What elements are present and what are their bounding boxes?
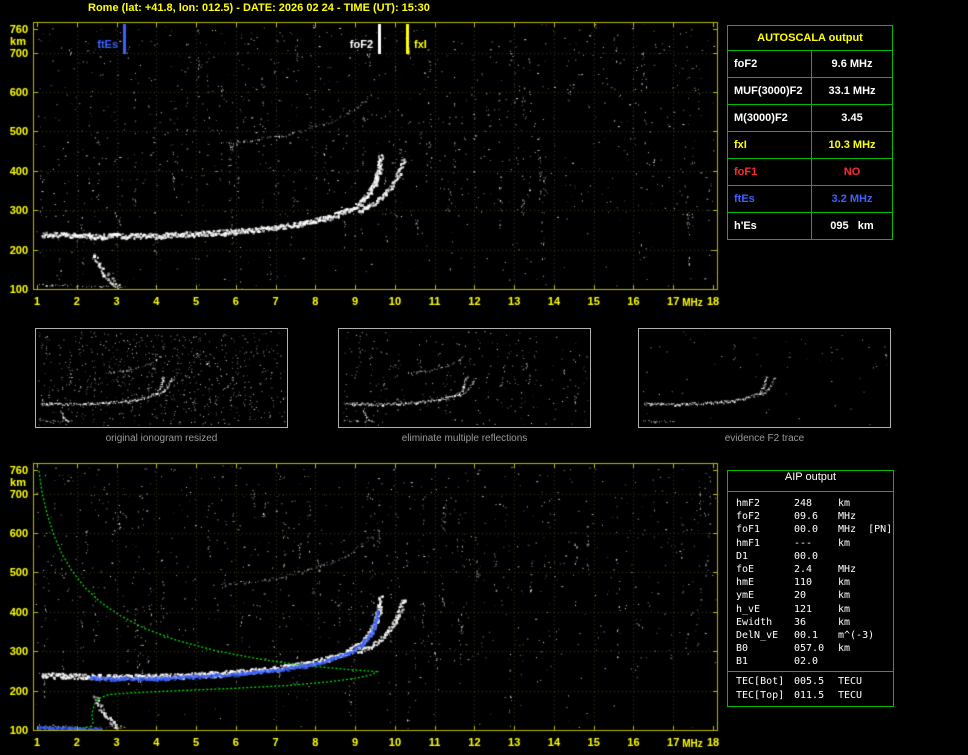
aip-row-value: 110 (794, 577, 813, 589)
autoscala-row-value: 9.6 MHz (831, 58, 873, 70)
autoscala-row-value: 10.3 MHz (828, 139, 876, 151)
aip-row-label: foE (736, 563, 755, 575)
aip-row-value: 09.6 (794, 511, 819, 523)
panel-original-ionogram (35, 328, 288, 428)
aip-row-foe: foE 2.4 MHz (736, 563, 893, 576)
aip-row-fof1: foF1 00.0 MHz [PN] (736, 523, 893, 536)
aip-row-hmf1: hmF1 --- km (736, 537, 893, 550)
autoscala-row-label: MUF(3000)F2 (728, 78, 812, 104)
autoscala-row-ftes: ftEs 3.2 MHz (728, 186, 892, 213)
panel-eliminate-canvas (339, 329, 590, 427)
autoscala-row-fof1: foF1 NO (728, 159, 892, 186)
aip-row-label: B0 (736, 643, 749, 655)
aip-row-value: 248 (794, 498, 813, 509)
autoscala-row-label: foF2 (728, 51, 812, 77)
aip-row-hve: h_vE 121 km (736, 603, 893, 616)
aip-row-unit: km (838, 603, 851, 615)
aip-row-label: TEC[Top] (736, 689, 785, 701)
aip-row-unit: km (838, 616, 851, 628)
aip-row-label: Ewidth (736, 616, 773, 628)
aip-row-d1: D1 00.0 (736, 550, 893, 563)
aip-row-label: TEC[Bot] (736, 676, 785, 688)
aip-output-table: AIP output hmF2 248 km foF2 09.6 MHz foF1 00.… (727, 470, 894, 707)
autoscala-table-title: AUTOSCALA output (728, 26, 892, 51)
aip-row-yme: ymE 20 km (736, 589, 893, 602)
autoscala-row-value: 3.45 (841, 112, 863, 124)
main-ionogram-canvas (0, 14, 724, 310)
autoscala-row-m3000f2: M(3000)F2 3.45 (728, 105, 892, 132)
panel-original-canvas (36, 329, 287, 427)
aip-row-unit: MHz (838, 511, 857, 523)
aip-row-unit: km (838, 643, 851, 655)
aip-row-unit: km (838, 577, 851, 589)
aip-row-b0: B0 057.0 km (736, 642, 893, 655)
autoscala-row-value: 3.2 MHz (831, 193, 873, 205)
aip-tec-section: TEC[Bot] 005.5 TECU TEC[Top] 011.5 TECU (728, 671, 893, 705)
aip-row-value: 00.1 (794, 629, 819, 641)
autoscala-row-value: 095 km (830, 220, 874, 232)
aip-row-b1: B1 02.0 (736, 655, 893, 668)
aip-row-value: 36 (794, 616, 807, 628)
autoscala-row-label: fxI (728, 132, 812, 158)
panel-eliminate-caption: eliminate multiple reflections (401, 433, 528, 444)
aip-row-label: B1 (736, 656, 749, 668)
aip-row-unit: MHz [PN] (838, 524, 893, 536)
autoscala-output-table: AUTOSCALA output foF2 9.6 MHz MUF(3000)F… (727, 25, 893, 240)
station-date-header: Rome (lat: +41.8, lon: 012.5) - DATE: 20… (88, 2, 430, 14)
panel-evidence-caption: evidence F2 trace (724, 433, 805, 444)
aip-row-value: 00.0 (794, 550, 819, 562)
autoscala-row-value: 33.1 MHz (828, 85, 876, 97)
aip-row-unit: km (838, 498, 851, 509)
aip-row-tecbot: TEC[Bot] 005.5 TECU (736, 675, 893, 688)
aip-row-label: hmE (736, 577, 755, 589)
aip-row-label: h_vE (736, 603, 761, 615)
aip-row-label: foF1 (736, 524, 761, 536)
aip-row-value: 00.0 (794, 524, 819, 536)
panel-eliminate-reflections (338, 328, 591, 428)
autoscala-row-fof2: foF2 9.6 MHz (728, 51, 892, 78)
autoscala-row-label: h'Es (728, 213, 812, 239)
aip-row-unit: TECU (838, 689, 863, 701)
aip-row-ewidth: Ewidth 36 km (736, 616, 893, 629)
autoscala-row-muf3000f2: MUF(3000)F2 33.1 MHz (728, 78, 892, 105)
aip-row-value: 121 (794, 603, 813, 615)
aip-row-value: 2.4 (794, 563, 813, 575)
autoscala-row-label: foF1 (728, 159, 812, 185)
panel-evidence-canvas (639, 329, 890, 427)
aip-row-label: DelN_vE (736, 629, 779, 641)
aip-row-value: 011.5 (794, 689, 825, 701)
aip-row-unit: TECU (838, 676, 863, 688)
aip-row-label: hmF2 (736, 498, 761, 509)
aip-row-delnve: DelN_vE 00.1 m^(-3) (736, 629, 893, 642)
autoscala-row-label: M(3000)F2 (728, 105, 812, 131)
aip-table-title: AIP output (728, 471, 893, 492)
aip-row-unit: m^(-3) (838, 629, 875, 641)
aip-row-value: 20 (794, 590, 807, 602)
aip-row-value: 005.5 (794, 676, 825, 688)
panel-evidence-f2 (638, 328, 891, 428)
aip-row-label: D1 (736, 550, 749, 562)
aip-row-label: ymE (736, 590, 755, 602)
profile-ionogram-canvas (0, 455, 724, 751)
autoscala-row-value: NO (843, 166, 861, 178)
aip-row-hme: hmE 110 km (736, 576, 893, 589)
aip-row-value: 057.0 (794, 643, 825, 655)
aip-row-unit: MHz (838, 563, 857, 575)
aip-row-hmf2: hmF2 248 km (736, 497, 893, 510)
aip-row-tectop: TEC[Top] 011.5 TECU (736, 689, 893, 702)
autoscala-row-fxi: fxI 10.3 MHz (728, 132, 892, 159)
panel-original-caption: original ionogram resized (105, 433, 218, 444)
aip-row-label: foF2 (736, 511, 761, 523)
aip-table-body: hmF2 248 km foF2 09.6 MHz foF1 00.0 MHz [PN] h… (728, 492, 893, 671)
aip-row-label: hmF1 (736, 537, 761, 549)
aip-row-unit: km (838, 590, 851, 602)
autoscala-row-label: ftEs (728, 186, 812, 212)
aip-row-value: 02.0 (794, 656, 819, 668)
aip-row-fof2: foF2 09.6 MHz (736, 510, 893, 523)
aip-row-unit: km (838, 537, 851, 549)
aip-row-value: --- (794, 537, 813, 549)
autoscala-row-hes: h'Es 095 km (728, 213, 892, 239)
